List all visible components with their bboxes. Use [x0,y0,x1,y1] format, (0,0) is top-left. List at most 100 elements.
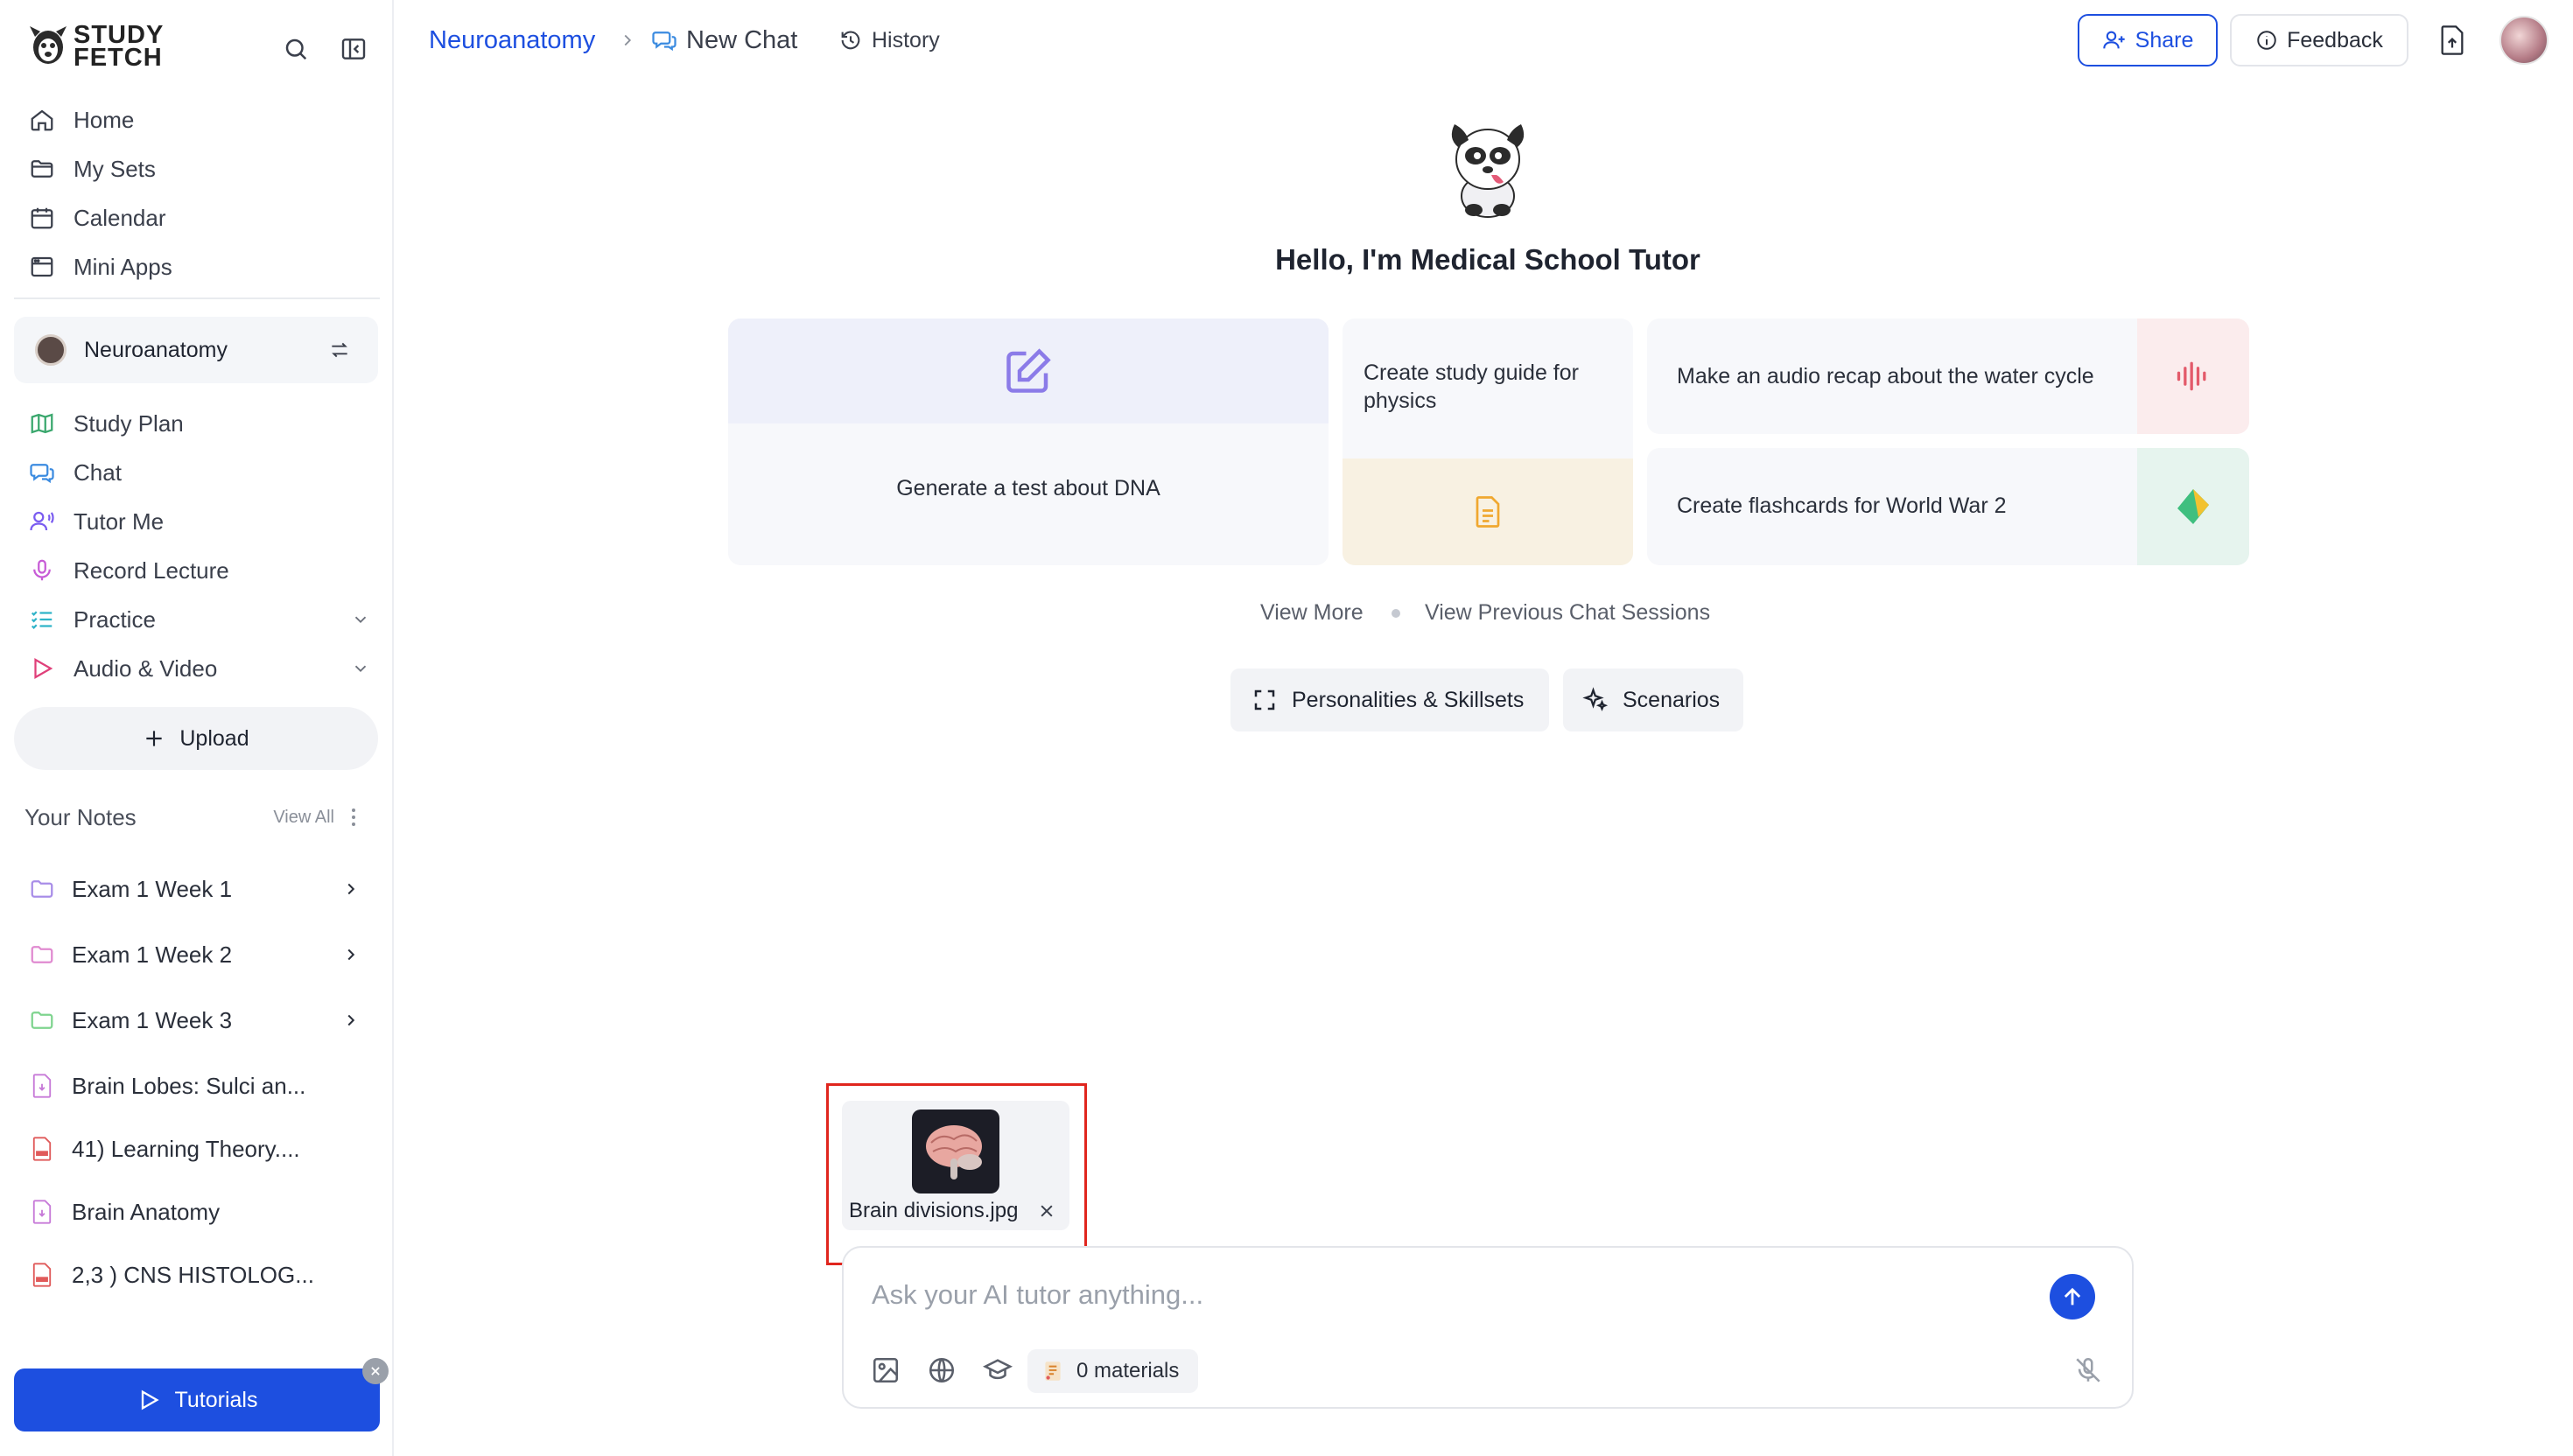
nav-calendar[interactable]: Calendar [26,193,376,242]
web-search-button[interactable] [922,1351,961,1390]
tutor-mode-button[interactable] [978,1351,1017,1390]
microphone-icon [26,555,58,586]
suggestion-card-text: Create study guide for physics [1364,360,1579,413]
attach-image-button[interactable] [866,1351,905,1390]
note-label: Exam 1 Week 3 [72,1006,233,1033]
brain-image-icon [926,1125,982,1180]
breadcrumb-course[interactable]: Neuroanatomy [429,23,595,58]
suggestion-card-banner [728,318,1329,424]
app-logo[interactable]: STUDY FETCH [26,21,164,72]
nav-study-plan[interactable]: Study Plan [26,399,376,448]
note-file-item[interactable]: 41) Learning Theory.... [26,1124,373,1173]
nav-audio-video[interactable]: Audio & Video [26,644,376,693]
note-file-item[interactable]: Brain Anatomy [26,1187,373,1236]
history-label: History [872,27,940,52]
user-avatar[interactable] [2499,16,2548,65]
remove-attachment-icon[interactable] [1036,1200,1057,1222]
attachment-filename: Brain divisions.jpg [849,1199,1019,1222]
note-file-item[interactable]: 2,3 ) CNS HISTOLOG... [26,1250,373,1299]
personalities-label: Personalities & Skillsets [1292,687,1525,712]
dog-logo-icon [30,26,67,64]
nav-record-lecture[interactable]: Record Lecture [26,546,376,595]
nav-study-plan-label: Study Plan [74,410,184,437]
microphone-off-icon [2076,1357,2100,1382]
nav-calendar-label: Calendar [74,204,166,231]
chevron-right-icon[interactable] [338,942,364,968]
folder-icon [26,873,58,905]
close-icon[interactable] [362,1358,389,1384]
materials-button[interactable]: 0 materials [1027,1349,1199,1393]
chevron-right-icon[interactable] [338,876,364,902]
note-folder-item[interactable]: Exam 1 Week 3 [26,996,373,1045]
document-download-icon [26,1070,58,1102]
notes-title: Your Notes [25,803,137,830]
nav-mini-apps[interactable]: Mini Apps [26,242,376,291]
suggestion-card-test[interactable]: Generate a test about DNA [728,318,1329,565]
nav-home[interactable]: Home [26,95,376,144]
audio-waveform-icon [2177,361,2206,391]
breadcrumb-chat-label: New Chat [686,25,798,54]
note-folder-item[interactable]: Exam 1 Week 1 [26,864,373,914]
course-selector[interactable]: Neuroanatomy [14,317,378,383]
suggestion-card-flashcards[interactable]: Create flashcards for World War 2 [1647,448,2249,565]
suggestion-card-banner [2137,448,2249,565]
feedback-button[interactable]: Feedback [2230,14,2408,66]
note-folder-item[interactable]: Exam 1 Week 2 [26,930,373,979]
collapse-sidebar-button[interactable] [336,32,371,66]
note-label: Exam 1 Week 2 [72,941,233,968]
add-user-icon [2102,31,2125,49]
scenarios-label: Scenarios [1623,687,1721,712]
upload-button[interactable]: Upload [14,707,378,770]
file-upload-icon [2441,25,2464,55]
sidebar: STUDY FETCH Home My Sets Calendar Mini A… [0,0,394,1456]
nav-chat[interactable]: Chat [26,448,376,497]
nav-my-sets[interactable]: My Sets [26,144,376,193]
note-label: Brain Lobes: Sulci an... [72,1072,306,1099]
nav-record-lecture-label: Record Lecture [74,556,229,584]
view-more-link[interactable]: View More [1260,597,1364,628]
pdf-icon [26,1259,58,1291]
suggestion-card-study-guide[interactable]: Create study guide for physics [1343,318,1633,565]
scenarios-button[interactable]: Scenarios [1563,668,1743,732]
nav-home-label: Home [74,106,135,133]
chevron-right-icon[interactable] [338,1007,364,1033]
nav-tutor-me[interactable]: Tutor Me [26,497,376,546]
history-icon [841,31,860,50]
chevron-down-icon[interactable] [345,653,376,684]
sidebar-divider [14,298,380,299]
breadcrumb-chat[interactable]: New Chat [651,23,797,58]
chat-composer[interactable]: Ask your AI tutor anything... 0 material… [842,1246,2134,1409]
chevron-down-icon[interactable] [345,604,376,635]
logo-line-2: FETCH [74,44,163,72]
sparkles-icon [1582,687,1609,711]
personalities-button[interactable]: Personalities & Skillsets [1230,668,1549,732]
note-file-item[interactable]: Brain Lobes: Sulci an... [26,1061,373,1110]
expand-frame-icon [1254,690,1275,710]
nav-practice[interactable]: Practice [26,595,376,644]
search-button[interactable] [278,32,313,66]
nav-my-sets-label: My Sets [74,155,156,182]
share-button[interactable]: Share [2078,14,2218,66]
switch-course-icon[interactable] [324,334,355,366]
history-button[interactable]: History [838,23,940,58]
suggestion-card-audio[interactable]: Make an audio recap about the water cycl… [1647,318,2249,434]
folder-icon [26,939,58,970]
send-button[interactable] [2050,1274,2095,1320]
chat-input-placeholder[interactable]: Ask your AI tutor anything... [872,1279,1203,1311]
view-more-label: View More [1260,599,1364,625]
attachment-chip[interactable]: Brain divisions.jpg [842,1101,1069,1230]
notes-view-all-link[interactable]: View All [273,808,334,828]
plus-icon [146,731,163,746]
logo-wordmark: STUDY FETCH [74,23,164,72]
tutorials-label: Tutorials [174,1387,258,1412]
voice-input-button[interactable] [2069,1351,2107,1390]
tutorials-button[interactable]: Tutorials [14,1368,380,1432]
search-icon [285,38,307,60]
view-previous-sessions-link[interactable]: View Previous Chat Sessions [1425,597,1710,628]
more-options-icon[interactable] [343,802,364,833]
breadcrumb-course-label: Neuroanatomy [429,25,596,54]
checklist-icon [26,604,58,635]
export-button[interactable] [2433,21,2471,60]
chat-bubbles-icon [26,457,58,488]
info-icon [2257,31,2276,50]
